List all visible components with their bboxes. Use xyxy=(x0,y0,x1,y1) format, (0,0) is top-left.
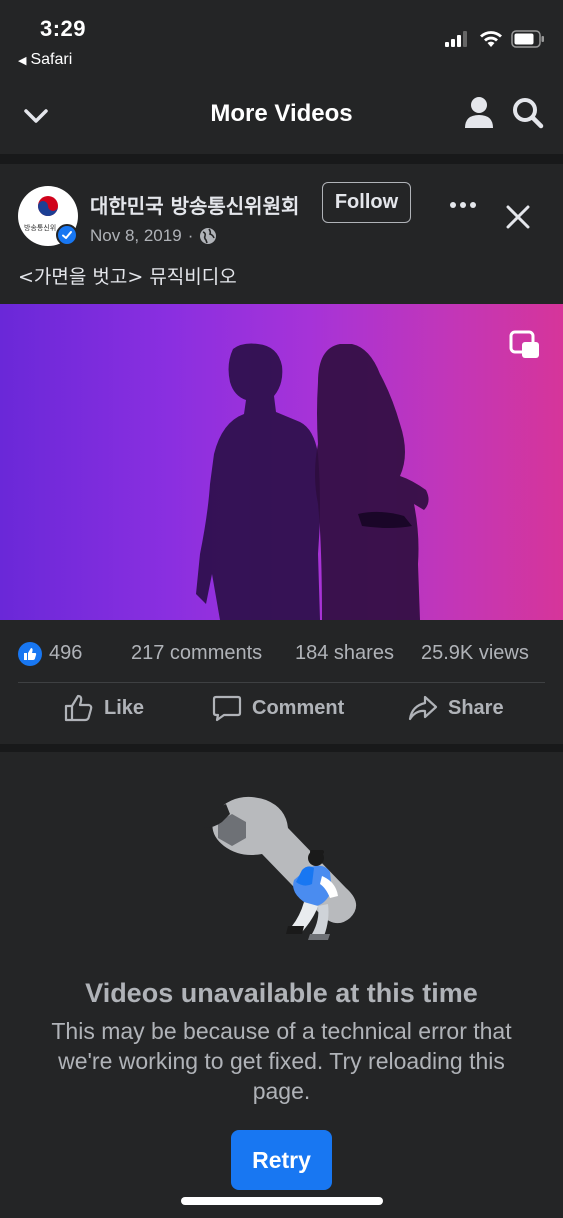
verified-icon xyxy=(56,224,78,246)
avatar[interactable]: 방송통신위 xyxy=(18,186,78,246)
error-state: Videos unavailable at this time This may… xyxy=(0,752,563,1218)
follow-button[interactable]: Follow xyxy=(322,182,411,223)
retry-button[interactable]: Retry xyxy=(231,1130,332,1190)
video-post: 방송통신위 대한민국 방송통신위원회 Follow Nov 8, 2019 · … xyxy=(0,164,563,744)
meta-separator: · xyxy=(187,226,194,245)
profile-icon[interactable] xyxy=(464,96,494,130)
like-reaction-icon xyxy=(18,642,42,666)
wrench-illustration xyxy=(204,796,357,940)
back-app-label: Safari xyxy=(30,51,73,68)
like-label: Like xyxy=(104,696,145,719)
share-button[interactable]: Share xyxy=(408,694,504,722)
video-silhouettes xyxy=(196,343,429,620)
battery-icon xyxy=(511,30,544,48)
status-bar: 3:29 ◀ Safari xyxy=(0,0,563,80)
wifi-icon xyxy=(480,31,502,47)
post-actions: Like Comment Share xyxy=(0,694,563,734)
comments-count[interactable]: 217 comments xyxy=(131,642,262,665)
share-label: Share xyxy=(448,696,504,719)
post-date[interactable]: Nov 8, 2019 xyxy=(90,226,182,246)
like-count[interactable]: 496 xyxy=(49,642,82,665)
like-button[interactable]: Like xyxy=(64,694,144,722)
comment-icon xyxy=(212,695,242,722)
page-name[interactable]: 대한민국 방송통신위원회 xyxy=(90,190,299,219)
error-title: Videos unavailable at this time xyxy=(85,978,478,1008)
post-stats: 496 217 comments 184 shares 25.9K views xyxy=(0,638,563,668)
picture-in-picture-icon[interactable] xyxy=(509,330,541,360)
back-triangle-icon: ◀ xyxy=(18,54,27,67)
video-thumbnail[interactable] xyxy=(0,304,563,620)
status-indicators xyxy=(445,30,545,48)
comment-button[interactable]: Comment xyxy=(212,694,344,722)
back-to-safari[interactable]: ◀ Safari xyxy=(18,51,72,69)
stats-divider xyxy=(18,682,545,683)
more-options-icon[interactable] xyxy=(450,202,476,208)
search-icon[interactable] xyxy=(511,96,545,130)
like-icon xyxy=(64,694,93,722)
signal-icon xyxy=(445,31,467,47)
home-indicator[interactable] xyxy=(181,1197,383,1205)
error-message: This may be because of a technical error… xyxy=(51,1018,512,1104)
globe-icon xyxy=(200,228,217,244)
header: More Videos xyxy=(0,80,563,154)
close-icon[interactable] xyxy=(505,204,531,230)
post-meta: Nov 8, 2019 · xyxy=(90,226,217,246)
share-icon xyxy=(408,695,438,721)
comment-label: Comment xyxy=(252,696,345,719)
header-separator xyxy=(0,154,563,164)
post-caption: <가면을 벗고> 뮤직비디오 xyxy=(18,266,237,288)
status-time: 3:29 xyxy=(40,16,87,41)
views-count: 25.9K views xyxy=(421,642,529,664)
avatar-label: 방송통신위 xyxy=(24,224,57,232)
post-separator xyxy=(0,744,563,752)
shares-count[interactable]: 184 shares xyxy=(295,642,394,665)
